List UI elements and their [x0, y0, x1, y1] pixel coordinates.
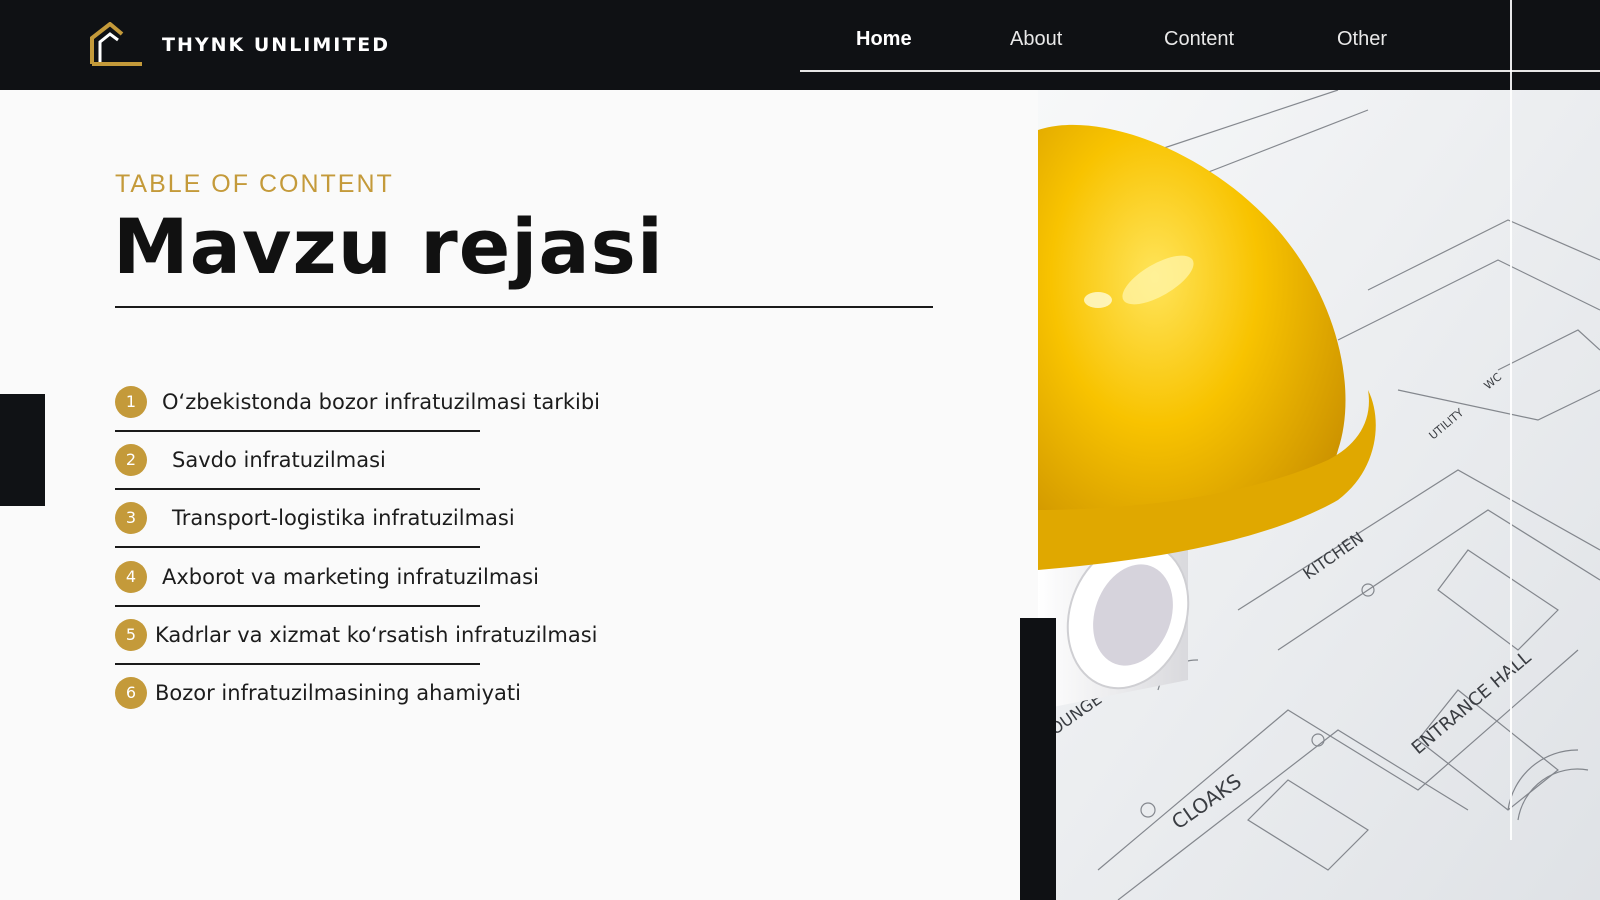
toc-item-label: O‘zbekistonda bozor infratuzilmasi tarki… — [162, 390, 600, 414]
page-title: Mavzu rejasi — [113, 202, 664, 291]
nav-underline — [800, 70, 1600, 72]
toc-number-badge: 6 — [115, 677, 147, 709]
toc-number-badge: 3 — [115, 502, 147, 534]
brand-name: THYNK UNLIMITED — [162, 34, 391, 56]
nav-item-other[interactable]: Other — [1337, 28, 1387, 51]
toc-number-badge: 2 — [115, 444, 147, 476]
toc-item-label: Bozor infratuzilmasining ahamiyati — [155, 681, 521, 705]
blueprint-hardhat-illustration: LOUNGE CLOAKS KITCHEN ENTRANCE HALL UTIL… — [1038, 90, 1600, 900]
hero-photo: LOUNGE CLOAKS KITCHEN ENTRANCE HALL UTIL… — [1038, 90, 1600, 900]
toc-divider — [115, 430, 480, 432]
left-accent-bar — [0, 394, 45, 506]
photo-accent-bar — [1020, 618, 1056, 900]
title-divider — [115, 306, 933, 308]
toc-number-badge: 4 — [115, 561, 147, 593]
house-logo-icon — [90, 22, 142, 66]
nav-item-content[interactable]: Content — [1164, 28, 1234, 51]
section-eyebrow: TABLE OF CONTENT — [115, 170, 394, 198]
vertical-guide-line — [1510, 0, 1512, 840]
toc-item-label: Kadrlar va xizmat ko‘rsatish infratuzilm… — [155, 623, 598, 647]
nav-item-home[interactable]: Home — [856, 28, 912, 51]
toc-divider — [115, 546, 480, 548]
toc-item-label: Axborot va marketing infratuzilmasi — [162, 565, 539, 589]
toc-divider — [115, 663, 480, 665]
toc-number-badge: 1 — [115, 386, 147, 418]
toc-item-label: Savdo infratuzilmasi — [172, 448, 386, 472]
main-nav: Home About Content Other — [800, 28, 1600, 58]
top-navigation-bar: THYNK UNLIMITED Home About Content Other — [0, 0, 1600, 90]
toc-divider — [115, 488, 480, 490]
toc-number-badge: 5 — [115, 619, 147, 651]
toc-item-label: Transport-logistika infratuzilmasi — [172, 506, 515, 530]
brand[interactable]: THYNK UNLIMITED — [88, 22, 390, 68]
nav-item-about[interactable]: About — [1010, 28, 1062, 51]
toc-divider — [115, 605, 480, 607]
